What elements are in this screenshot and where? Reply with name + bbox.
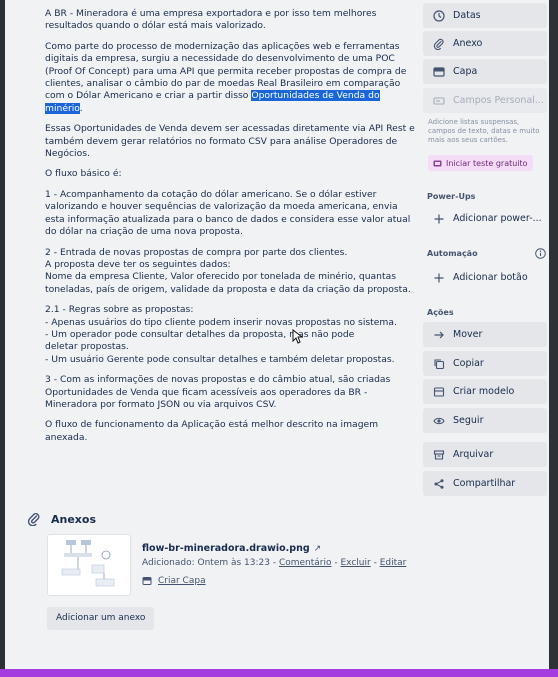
custom-fields-icon (433, 96, 445, 105)
attachment-button[interactable]: Anexo (423, 31, 547, 56)
attachments-title: Anexos (51, 512, 97, 526)
copy-button[interactable]: Copiar (423, 351, 547, 376)
archive-button[interactable]: Arquivar (423, 442, 547, 467)
automation-heading: Automação (427, 249, 478, 258)
make-template-button[interactable]: Criar modelo (423, 379, 547, 404)
attachment-thumbnail[interactable] (47, 534, 131, 596)
description-paragraph-9: O fluxo de funcionamento da Aplicação es… (45, 419, 379, 443)
description-paragraph-2: Como parte do processo de modernização d… (45, 40, 407, 114)
add-button-button[interactable]: Adicionar botão (423, 265, 547, 290)
attachment-filename[interactable]: flow-br-mineradora.drawio.png ↗ (142, 543, 321, 554)
card-cover-icon (142, 577, 152, 585)
copy-icon (434, 358, 445, 369)
card-description[interactable]: A BR - Mineradora é uma empresa exportad… (45, 8, 415, 452)
paperclip-icon (27, 513, 40, 526)
info-icon[interactable] (535, 248, 546, 259)
add-powerup-button[interactable]: Adicionar power-... (423, 206, 547, 231)
delete-link[interactable]: Excluir (341, 558, 371, 568)
window-edge (549, 0, 558, 669)
watch-button[interactable]: Seguir (423, 408, 547, 433)
next-section-partial (17, 662, 437, 669)
attachments-header: Anexos (27, 512, 96, 526)
description-paragraph-5: 1 - Acompanhamento da cotação do dólar a… (45, 188, 411, 238)
paperclip-icon (433, 38, 444, 50)
attachment-meta: Adicionado: Ontem às 13:23 - Comentário … (142, 558, 407, 568)
template-icon (433, 386, 445, 397)
share-icon (434, 478, 444, 489)
archive-icon (433, 449, 445, 460)
card-detail-modal: A BR - Mineradora é uma empresa exportad… (5, 0, 549, 669)
custom-fields-note: Adicione listas suspensas, campos de tex… (428, 118, 540, 144)
cover-button[interactable]: Capa (423, 59, 547, 84)
plus-icon (434, 273, 444, 282)
description-paragraph-1: A BR - Mineradora é uma empresa exportad… (45, 8, 377, 32)
arrow-right-icon (434, 331, 444, 338)
description-paragraph-3: Essas Oportunidades de Venda devem ser a… (45, 123, 415, 160)
attachment-item[interactable]: flow-br-mineradora.drawio.png ↗ Adicionad… (47, 534, 417, 596)
mouse-cursor-icon (292, 329, 304, 344)
add-attachment-button[interactable]: Adicionar um anexo (47, 607, 155, 630)
dates-button[interactable]: Datas (423, 3, 547, 28)
edit-link[interactable]: Editar (380, 558, 407, 568)
make-cover-link[interactable]: Criar Capa (142, 576, 206, 586)
clock-icon (433, 9, 445, 22)
eye-icon (433, 417, 445, 424)
custom-fields-button[interactable]: Campos Personal... (423, 88, 547, 113)
start-free-trial-button[interactable]: Iniciar teste gratuito (428, 155, 533, 171)
description-paragraph-7: 2.1 - Regras sobre as propostas: - Apenas… (45, 304, 397, 365)
card-cover-icon (433, 66, 445, 77)
bottom-accent-bar (0, 669, 558, 677)
powerups-heading: Power-Ups (427, 192, 476, 201)
comment-link[interactable]: Comentário (279, 558, 332, 568)
description-paragraph-6: 2 - Entrada de novas propostas de compra… (45, 246, 411, 295)
share-button[interactable]: Compartilhar (423, 471, 547, 496)
description-paragraph-8: 3 - Com as informações de novas proposta… (45, 374, 391, 410)
diagram-thumbnail-icon (61, 540, 115, 587)
actions-heading: Ações (427, 308, 454, 317)
trial-icon (433, 160, 442, 166)
description-paragraph-4: O fluxo básico é: (45, 168, 122, 180)
plus-icon (434, 214, 444, 223)
move-button[interactable]: Mover (423, 322, 547, 347)
external-link-icon[interactable]: ↗ (314, 544, 322, 554)
